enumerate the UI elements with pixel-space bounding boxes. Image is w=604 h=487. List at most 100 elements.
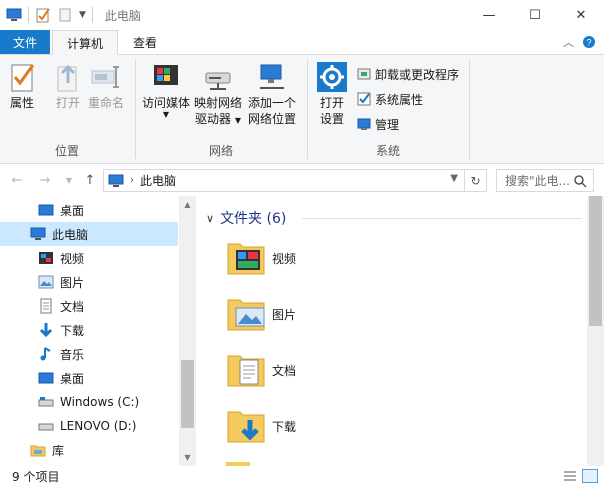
group-divider (302, 218, 582, 219)
group-label-location: 位置 (54, 144, 79, 158)
nav-item-desktop-2[interactable]: 桌面 (0, 366, 178, 390)
search-input[interactable]: 搜索"此电... (496, 169, 594, 192)
properties-icon (11, 64, 35, 92)
nav-pane-scroll-thumb[interactable] (181, 360, 194, 428)
navigation-bar: ← → ▼ ↑ › 此电脑 ▼ ↻ 搜索"此电... (0, 166, 604, 194)
new-folder-icon[interactable] (57, 7, 73, 23)
add-network-location-button[interactable]: 添加一个 网络位置 (248, 61, 296, 127)
computer-icon (108, 174, 124, 187)
rename-button[interactable]: 重命名 (88, 61, 124, 111)
pictures-folder-icon (227, 299, 265, 331)
nav-item-pictures[interactable]: 图片 (0, 270, 178, 294)
group-location: 属性 打开 重命名 位置 (0, 55, 134, 163)
content-scrollbar[interactable] (587, 196, 604, 466)
documents-icon (40, 298, 52, 314)
customize-toolbar-icon[interactable]: ▼ (79, 10, 86, 20)
open-icon (57, 64, 77, 92)
ribbon-tabs: 文件 计算机 查看 ︿ ? (0, 30, 604, 55)
computer-icon[interactable] (6, 7, 22, 23)
content-pane: ∨ 文件夹 (6) 视频 图片 文档 下载 (198, 196, 586, 466)
content-scroll-thumb[interactable] (589, 196, 602, 326)
nav-item-desktop[interactable]: 桌面 (0, 198, 178, 222)
access-media-button[interactable]: 访问媒体 ▼ (142, 61, 190, 119)
forward-icon[interactable]: → (36, 171, 54, 189)
pictures-icon (38, 275, 54, 289)
settings-icon (317, 62, 347, 92)
folder-item-videos[interactable]: 视频 (226, 234, 296, 282)
address-history-icon[interactable]: ▼ (450, 173, 458, 184)
music-icon (40, 347, 51, 361)
collapse-ribbon-icon[interactable]: ︿ (563, 34, 574, 50)
library-icon (30, 445, 46, 457)
nav-item-drive-c[interactable]: Windows (C:) (0, 390, 178, 414)
tab-view[interactable]: 查看 (122, 30, 168, 54)
nav-item-documents[interactable]: 文档 (0, 294, 178, 318)
nav-pane-scrollbar[interactable]: ▲ ▼ (179, 196, 196, 466)
network-location-icon (260, 64, 284, 89)
open-button[interactable]: 打开 (52, 61, 84, 111)
folder-item-downloads[interactable]: 下载 (226, 402, 296, 450)
nav-item-drive-d[interactable]: LENOVO (D:) (0, 414, 178, 438)
tab-computer[interactable]: 计算机 (52, 30, 118, 55)
nav-item-this-pc[interactable]: 此电脑 (0, 222, 178, 246)
tab-file[interactable]: 文件 (0, 30, 50, 54)
details-view-icon[interactable] (562, 469, 578, 483)
properties-button[interactable]: 属性 (6, 61, 38, 111)
nav-item-libraries[interactable]: 库 (0, 438, 178, 462)
nav-item-videos[interactable]: 视频 (0, 246, 178, 270)
chevron-down-icon: ∨ (206, 211, 215, 225)
quick-access-toolbar: ▼ (0, 0, 99, 30)
ribbon: 属性 打开 重命名 位置 访问媒体 ▼ 映射网络 驱动器 ▼ 添加一个 网络位置 (0, 54, 604, 164)
nav-item-music[interactable]: 音乐 (0, 342, 178, 366)
group-system: 打开 设置 卸载或更改程序 系统属性 管理 系统 (308, 55, 468, 163)
uninstall-icon (357, 68, 371, 80)
view-switcher (562, 469, 598, 483)
map-network-drive-button[interactable]: 映射网络 驱动器 ▼ (194, 61, 242, 129)
scroll-down-icon[interactable]: ▼ (179, 449, 196, 466)
desktop-icon (38, 204, 54, 216)
map-drive-icon (205, 72, 231, 90)
breadcrumb[interactable]: 此电脑 (140, 172, 176, 189)
help-icon[interactable]: ? (582, 35, 596, 49)
documents-folder-icon (227, 355, 265, 387)
group-label-system: 系统 (375, 144, 400, 158)
properties-icon[interactable] (35, 7, 51, 23)
computer-icon (30, 227, 46, 240)
group-label-network: 网络 (208, 144, 233, 158)
scroll-up-icon[interactable]: ▲ (179, 196, 196, 213)
search-icon (574, 175, 587, 188)
drive-icon (38, 397, 54, 407)
large-icons-view-icon[interactable] (582, 469, 598, 483)
address-bar[interactable]: › 此电脑 ▼ ↻ (103, 169, 487, 192)
window-controls: — ☐ ✕ (466, 0, 604, 30)
navigation-pane: 桌面 此电脑 视频 图片 文档 下载 音乐 桌面 Windows (C:) LE… (0, 196, 196, 466)
desktop-icon (38, 372, 54, 384)
folder-item-pictures[interactable]: 图片 (226, 290, 296, 338)
minimize-icon[interactable]: — (466, 0, 512, 30)
breadcrumb-chevron-icon[interactable]: › (130, 175, 134, 186)
nav-item-downloads[interactable]: 下载 (0, 318, 178, 342)
up-icon[interactable]: ↑ (81, 171, 99, 189)
download-icon (39, 323, 53, 338)
title-bar: ▼ 此电脑 — ☐ ✕ (0, 0, 604, 30)
uninstall-programs-button[interactable]: 卸载或更改程序 (356, 63, 459, 85)
close-icon[interactable]: ✕ (558, 0, 604, 30)
item-count: 9 个项目 (12, 470, 60, 484)
maximize-icon[interactable]: ☐ (512, 0, 558, 30)
folders-group-header[interactable]: ∨ 文件夹 (6) (206, 208, 286, 228)
system-properties-button[interactable]: 系统属性 (356, 88, 423, 110)
refresh-icon[interactable]: ↻ (464, 170, 486, 191)
folder-item-documents[interactable]: 文档 (226, 346, 296, 394)
status-bar: 9 个项目 (0, 466, 604, 487)
window-title: 此电脑 (104, 8, 141, 23)
media-icon (154, 65, 178, 85)
video-icon (39, 252, 53, 264)
open-settings-button[interactable]: 打开 设置 (316, 61, 348, 127)
download-folder-icon (227, 411, 265, 443)
system-properties-icon (357, 92, 371, 106)
back-icon[interactable]: ← (8, 171, 26, 189)
recent-locations-icon[interactable]: ▼ (60, 171, 78, 189)
group-network: 访问媒体 ▼ 映射网络 驱动器 ▼ 添加一个 网络位置 网络 (136, 55, 306, 163)
manage-button[interactable]: 管理 (356, 113, 399, 135)
drive-icon (38, 423, 54, 431)
